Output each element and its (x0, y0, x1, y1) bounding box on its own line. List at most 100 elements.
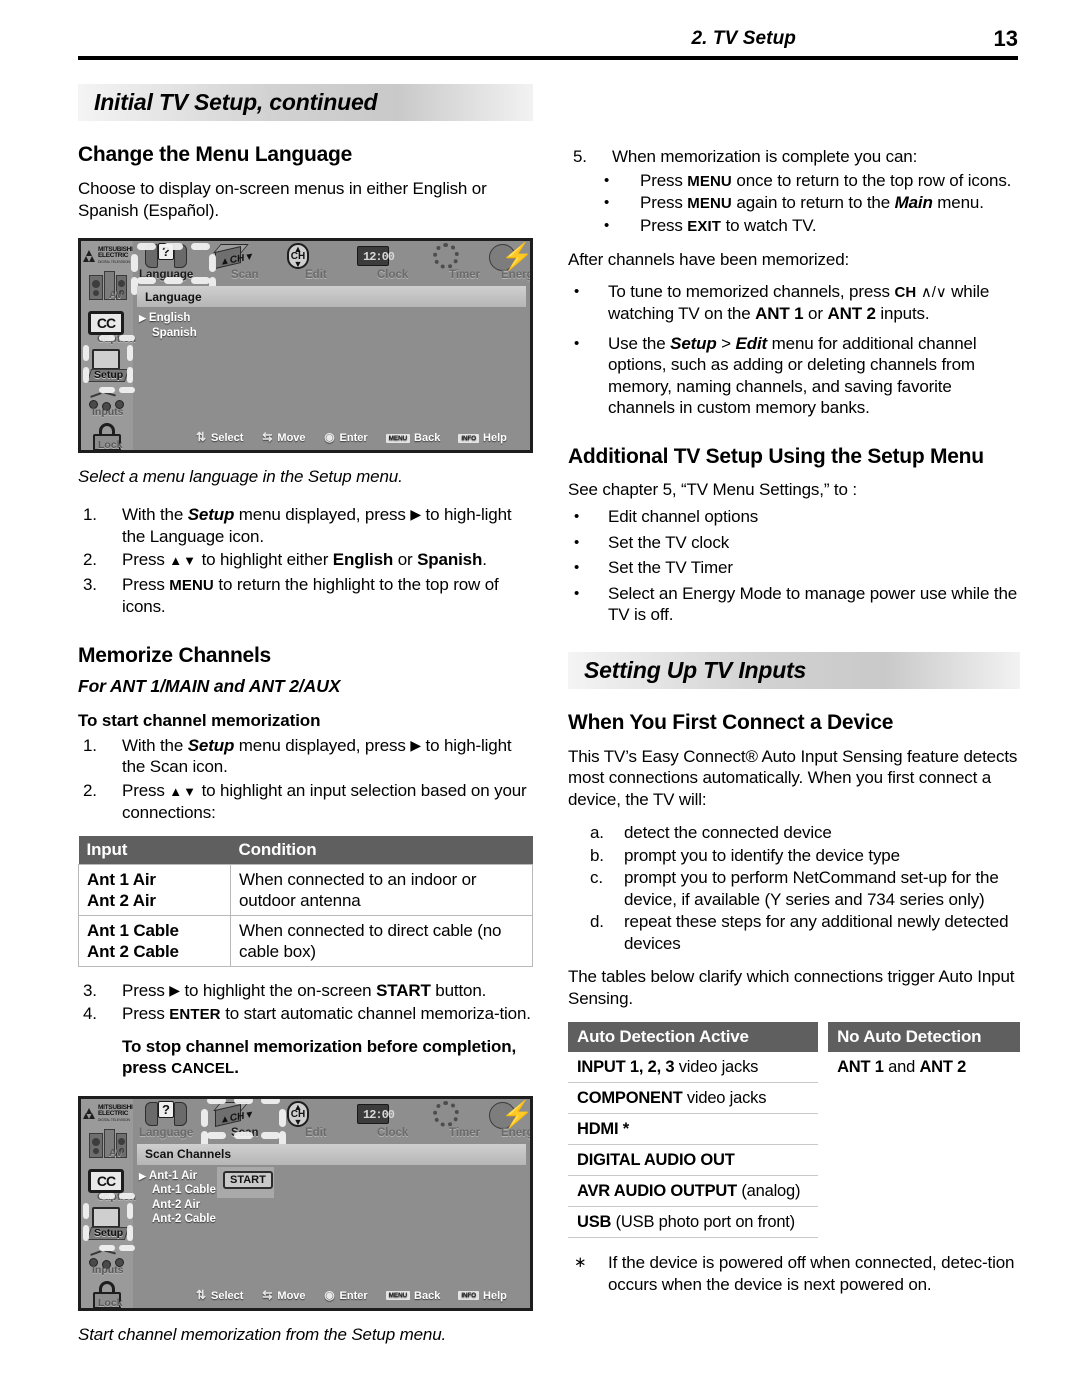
hint-label-back: Back (414, 432, 441, 444)
no-auto-detection-header: No Auto Detection (828, 1022, 1020, 1052)
cell-input-cable: Ant 1 Cable Ant 2 Cable (78, 914, 231, 967)
manual-page: 2. TV Setup 13 Initial TV Setup, continu… (0, 0, 1080, 1397)
step-3: 3. Press ▶ to highlight the on-screen STA… (83, 980, 487, 1000)
step-2: 2. Press ▲▼ to highlight either English o… (83, 550, 487, 569)
tv1-title-bar: Language (137, 286, 526, 307)
enter-icon: ◉ (324, 1287, 335, 1302)
hint-move: ⇆ Move (261, 1287, 305, 1302)
top-label-scan: Scan (231, 1126, 259, 1139)
mitsubishi-triangle-icon (82, 1107, 96, 1120)
mitsubishi-triangle-icon (82, 250, 96, 262)
caption-cc-icon[interactable]: CC (88, 1168, 124, 1193)
see-chapter-text: See chapter 5, “TV Menu Settings,” to : (568, 479, 857, 499)
bullet-tune-channels: • To tune to memorized channels, press CH… (574, 281, 990, 324)
col-header-input: Input (78, 835, 231, 864)
banner-right-title: Setting Up TV Inputs (584, 656, 807, 683)
device-steps: a. detect the connected device b. prompt y… (568, 822, 1020, 954)
steps-memorize-1: 1. With the Setup menu displayed, press ▶… (78, 735, 533, 824)
hint-select: ⇅ Select (195, 1289, 244, 1302)
timer-icon[interactable] (429, 243, 463, 271)
menu-key-badge: MENU (385, 1291, 411, 1300)
caption-cc-icon[interactable]: CC (88, 311, 124, 335)
language-icon[interactable]: ? (145, 243, 187, 269)
clock-icon[interactable]: 12:00 (355, 1101, 395, 1127)
rail-label-setup: Setup (94, 369, 124, 381)
bullet-set-tv-clock: • Set the TV clock (574, 532, 730, 552)
clock-digits: 12:00 (363, 250, 395, 264)
tv1-option-english[interactable]: English (139, 311, 197, 326)
footnote-group: ∗ If the device is powered off when conne… (568, 1252, 1020, 1295)
clock-icon[interactable]: 12:00 (355, 243, 395, 269)
steps-memorize-2: 3. Press ▶ to highlight the on-screen STA… (78, 980, 533, 1080)
table-header-row: Input Condition (78, 835, 533, 864)
top-label-clock: Clock (377, 1126, 409, 1139)
row-digital-audio-out: DIGITAL AUDIO OUT (568, 1145, 819, 1176)
paragraph-change-menu-language: Choose to display on-screen menus in eit… (78, 179, 487, 220)
hint-back: MENU Back (385, 1290, 440, 1302)
hint-label-select: Select (211, 1289, 244, 1302)
tv2-option-ant2-air[interactable]: Ant-2 Air (139, 1198, 216, 1213)
step5-group: 5. When memorization is complete you can: (568, 146, 1020, 168)
scan-icon[interactable]: ▲CH▼ (211, 1101, 257, 1127)
edit-channel-icon[interactable]: ▲ CH ▼ (287, 1100, 309, 1127)
top-label-language: Language (139, 1126, 194, 1139)
hint-label-help: Help (483, 432, 507, 444)
row-avr-audio-output: AVR AUDIO OUTPUT (analog) (568, 1176, 819, 1207)
hint-move: ⇆ Move (261, 431, 305, 444)
rail-label-lock: Lock (98, 439, 123, 451)
see-chapter-bullets: • Edit channel options • Set the TV clock … (568, 506, 1020, 626)
tables-intro-text: The tables below clarify which connectio… (568, 967, 1015, 1008)
menu-key-badge: MENU (385, 433, 411, 443)
figure-language-menu-screenshot: MITSUBISHI ELECTRIC DIGITAL TELEVISION A… (78, 238, 533, 453)
footnote-powered-off: ∗ If the device is powered off when conne… (574, 1253, 1015, 1294)
top-label-edit: Edit (305, 1126, 327, 1139)
step-1: 1. With the Setup menu displayed, press ▶… (83, 505, 512, 546)
tv2-start-button[interactable]: START (223, 1170, 273, 1189)
tv2-option-ant1-air[interactable]: Ant-1 Air (139, 1169, 216, 1184)
steps-change-language: 1. With the Setup menu displayed, press ▶… (78, 504, 533, 618)
input-ant2-air: Ant 2 Air (87, 890, 156, 910)
rail-label-lock: Lock (98, 1296, 123, 1309)
language-icon[interactable]: ? (145, 1100, 187, 1127)
tv1-option-list: English Spanish (139, 311, 197, 340)
timer-icon[interactable] (429, 1100, 463, 1129)
after-memorized-bullets: • To tune to memorized channels, press CH… (568, 281, 1020, 419)
tv2-option-list: Ant-1 Air Ant-1 Cable Ant-2 Air Ant-2 Ca… (139, 1169, 216, 1227)
input-ant1-air: Ant 1 Air (87, 869, 156, 889)
cell-condition-cable: When connected to direct cable (no cable… (230, 914, 533, 967)
step-2: 2. Press ▲▼ to highlight an input selecti… (83, 780, 527, 823)
banner-initial-tv-setup: Initial TV Setup, continued (78, 84, 533, 121)
banner-left-title: Initial TV Setup, continued (94, 89, 378, 115)
device-step-b: b. prompt you to identify the device type (590, 845, 900, 865)
rail-label-av: AV (109, 289, 123, 301)
top-label-language: Language (139, 269, 194, 281)
tv2-option-ant2-cable[interactable]: Ant-2 Cable (139, 1212, 216, 1227)
hint-label-select: Select (211, 432, 244, 444)
device-step-d: d. repeat these steps for any additional … (590, 912, 1009, 953)
info-key-badge: INFO (458, 1291, 480, 1300)
edit-channel-icon[interactable]: ▲ CH ▼ (287, 243, 309, 269)
row-hdmi: HDMI * (568, 1114, 819, 1145)
hint-label-enter: Enter (339, 432, 368, 444)
top-label-timer: Timer (449, 1126, 481, 1139)
rail-label-caption: Caption (97, 1190, 137, 1203)
clock-digits: 12:00 (363, 1107, 395, 1122)
rail-label-inputs: Inputs (92, 1263, 124, 1276)
hint-label-help: Help (483, 1289, 507, 1302)
auto-detection-active-header: Auto Detection Active (568, 1022, 819, 1052)
input-condition-table: Input Condition Ant 1 Air Ant 2 Air When… (78, 835, 533, 967)
row-input-jacks: INPUT 1, 2, 3 video jacks (568, 1052, 819, 1083)
step-5-text: When memorization is complete you can: (612, 147, 918, 166)
tv1-top-icon-row: ? Language ▲CH▼ Scan ▲ CH ▼ Edit 12:00 C… (133, 241, 530, 285)
subheading-ant-main-aux: For ANT 1/MAIN and ANT 2/AUX (78, 675, 341, 696)
rail-label-setup: Setup (94, 1226, 124, 1239)
step5-bullets: • Press MENU once to return to the top ro… (568, 170, 1020, 238)
move-icon: ⇆ (262, 1287, 273, 1302)
tv2-option-ant1-cable[interactable]: Ant-1 Cable (139, 1183, 216, 1198)
col-header-condition: Condition (230, 835, 533, 864)
scan-icon[interactable]: ▲CH▼ (211, 243, 257, 270)
step-4: 4. Press ENTER to start automatic channel… (83, 1004, 531, 1023)
tv1-option-spanish[interactable]: Spanish (139, 326, 197, 341)
input-ant1-cable: Ant 1 Cable (87, 920, 179, 940)
top-label-timer: Timer (449, 269, 481, 281)
